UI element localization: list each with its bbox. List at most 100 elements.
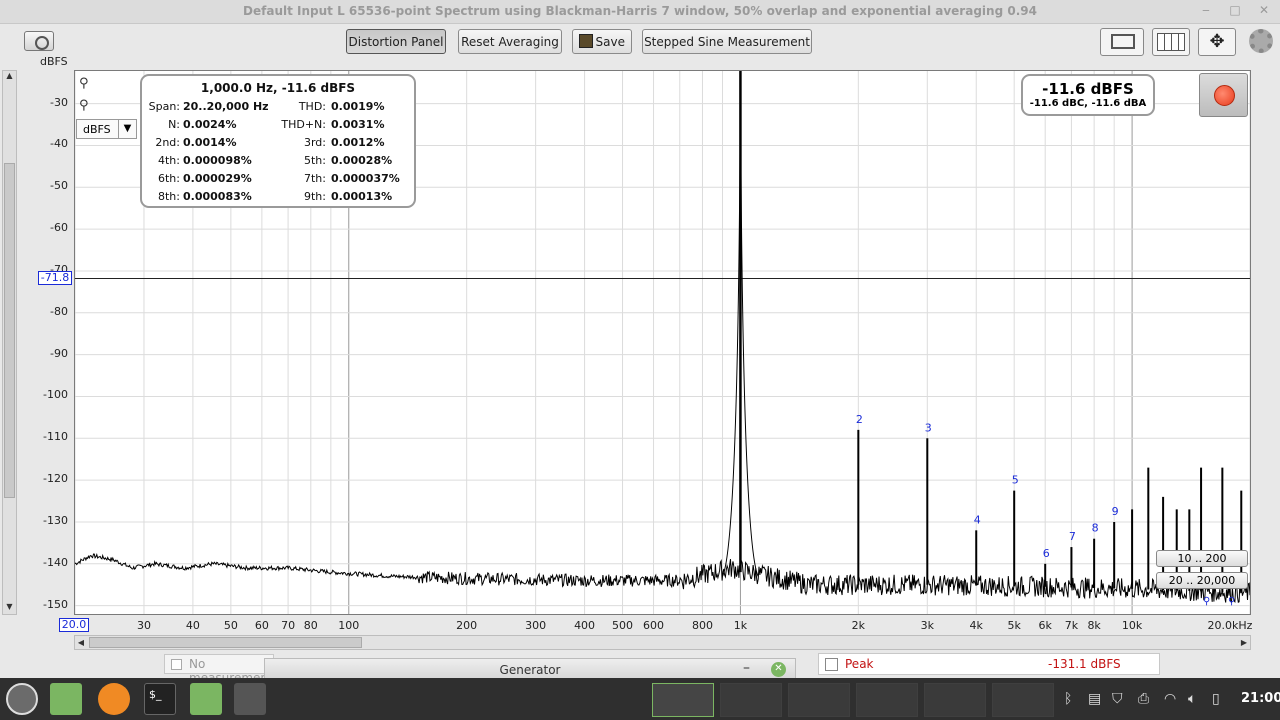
move-arrows-icon[interactable]: ✥ xyxy=(1198,28,1236,56)
minimize-icon[interactable]: – xyxy=(743,660,750,676)
horizontal-scroll-thumb[interactable] xyxy=(89,637,362,648)
metric-value: 20..20,000 Hz xyxy=(183,100,269,113)
peak-label: Peak xyxy=(845,657,874,671)
printer-icon[interactable]: ⎙ xyxy=(1138,691,1149,707)
metric-value: 0.00013% xyxy=(331,190,393,203)
metric-value: 0.0012% xyxy=(331,136,385,149)
volume-icon[interactable]: 🔈︎ xyxy=(1188,691,1196,707)
peak-checkbox[interactable] xyxy=(825,658,838,671)
columns-icon[interactable] xyxy=(1152,28,1190,56)
close-icon[interactable]: ✕ xyxy=(771,662,786,677)
metric-label: THD+N: xyxy=(281,118,326,131)
x-tick-label: 200 xyxy=(456,619,478,632)
reset-averaging-button[interactable]: Reset Averaging xyxy=(458,29,562,54)
metric-label: 9th: xyxy=(304,190,326,203)
y-tick-label: -60 xyxy=(50,221,68,235)
scroll-up-icon[interactable]: ▲ xyxy=(3,71,16,83)
vertical-scroll-thumb[interactable] xyxy=(4,163,15,498)
y-tick-label: -50 xyxy=(50,179,68,193)
metric-label: 5th: xyxy=(304,154,326,167)
harmonic-label-3: 3 xyxy=(925,421,932,434)
cursor-level-readout[interactable]: -71.8 xyxy=(38,271,72,285)
workspace-3[interactable] xyxy=(788,683,850,717)
range-button-20-20000[interactable]: 20 .. 20,000 xyxy=(1156,572,1248,589)
window-title: Default Input L 65536-point Spectrum usi… xyxy=(243,4,1037,18)
battery-icon[interactable]: ▯ xyxy=(1212,691,1220,707)
metric-label: 8th: xyxy=(158,190,180,203)
workspace-2[interactable] xyxy=(720,683,782,717)
metric-label: 2nd: xyxy=(155,136,180,149)
x-tick-label: 80 xyxy=(303,619,318,632)
level-readout: -11.6 dBFS -11.6 dBC, -11.6 dBA xyxy=(1021,74,1155,116)
harmonic-label-6: 6 xyxy=(1043,547,1050,560)
x-cursor-readout[interactable]: 20.0 xyxy=(59,618,89,632)
level-sub: -11.6 dBC, -11.6 dBA xyxy=(1029,98,1147,109)
distortion-panel-button[interactable]: Distortion Panel xyxy=(346,29,446,54)
metric-label: N: xyxy=(168,118,180,131)
firefox-icon[interactable] xyxy=(98,683,130,715)
workspace-4[interactable] xyxy=(856,683,918,717)
vertical-scrollbar[interactable]: ▲ ▼ xyxy=(2,70,17,615)
x-tick-label: 4k xyxy=(969,619,983,632)
wifi-icon[interactable]: ◠ xyxy=(1164,691,1176,707)
peak-value: -131.1 dBFS xyxy=(1048,657,1121,671)
gear-icon[interactable] xyxy=(1249,29,1273,53)
zoom-out-icon[interactable]: ⚲ xyxy=(79,98,95,114)
harmonic-label-5: 5 xyxy=(1012,474,1019,487)
workspace-5[interactable] xyxy=(924,683,986,717)
terminal-icon[interactable]: $_ xyxy=(144,683,176,715)
scroll-left-icon[interactable]: ◀ xyxy=(75,636,87,649)
title-bar: Default Input L 65536-point Spectrum usi… xyxy=(0,0,1280,24)
x-tick-label: 800 xyxy=(691,619,713,632)
metric-value: 0.00028% xyxy=(331,154,393,167)
no-measurement-selector[interactable]: No measurement xyxy=(164,654,274,685)
record-button[interactable] xyxy=(1199,73,1248,117)
metric-label: 6th: xyxy=(158,172,180,185)
harmonic-label-2: 2 xyxy=(856,413,863,426)
y-tick-label: -90 xyxy=(50,346,68,360)
x-tick-label: 7k xyxy=(1064,619,1079,632)
scroll-down-icon[interactable]: ▼ xyxy=(3,602,16,614)
x-tick-label: 6k xyxy=(1038,619,1052,632)
y-tick-label: -150 xyxy=(43,597,68,611)
generator-title: Generator xyxy=(499,663,561,677)
close-icon[interactable]: ✕ xyxy=(1256,3,1272,17)
generator-window[interactable]: Generator – ✕ xyxy=(264,658,796,680)
save-button[interactable]: Save xyxy=(572,29,632,54)
files-icon[interactable] xyxy=(190,683,222,715)
minimize-icon[interactable]: ‒ xyxy=(1198,3,1214,17)
screen-layout-icon[interactable] xyxy=(1100,28,1144,56)
restore-icon[interactable]: □ xyxy=(1227,3,1243,17)
app-window: Default Input L 65536-point Spectrum usi… xyxy=(0,0,1280,720)
range-button-10-200[interactable]: 10 .. 200 xyxy=(1156,550,1248,567)
metric-label: Span: xyxy=(148,100,180,113)
metric-value: 0.0014% xyxy=(183,136,237,149)
harmonic-label-8: 8 xyxy=(1092,522,1099,535)
scroll-right-icon[interactable]: ▶ xyxy=(1238,636,1250,649)
peak-readout: Peak -131.1 dBFS xyxy=(818,653,1160,675)
x-tick-label: 1k xyxy=(733,619,748,632)
zoom-small-icon[interactable]: ⚲ xyxy=(1203,596,1210,607)
workspace-1[interactable] xyxy=(652,683,714,717)
bluetooth-icon[interactable]: ᛒ xyxy=(1064,691,1072,707)
mint-menu-icon[interactable] xyxy=(6,683,38,715)
x-tick-label: 70 xyxy=(281,619,296,632)
zoom-small-icon-2[interactable]: ⚲ xyxy=(1228,596,1235,607)
x-tick-label: 100 xyxy=(338,619,360,632)
x-tick-label: 500 xyxy=(612,619,634,632)
horizontal-scrollbar[interactable]: ◀ ▶ xyxy=(74,635,1251,650)
shield-icon[interactable]: ⛉ xyxy=(1112,691,1123,707)
settings-app-icon[interactable] xyxy=(234,683,266,715)
x-tick-label: 20.0kHz xyxy=(1207,619,1253,632)
x-tick-label: 30 xyxy=(136,619,151,632)
zoom-in-icon[interactable]: ⚲ xyxy=(79,76,95,92)
y-tick-label: -120 xyxy=(43,472,68,486)
stepped-sine-button[interactable]: Stepped Sine Measurement xyxy=(642,29,812,54)
metric-value: 0.000029% xyxy=(183,172,252,185)
workspace-6[interactable] xyxy=(992,683,1054,717)
metric-value: 0.0019% xyxy=(331,100,385,113)
camera-icon[interactable] xyxy=(24,31,54,51)
show-desktop-icon[interactable] xyxy=(50,683,82,715)
clipboard-icon[interactable]: ▤ xyxy=(1088,691,1101,707)
measurement-checkbox[interactable] xyxy=(171,659,182,670)
